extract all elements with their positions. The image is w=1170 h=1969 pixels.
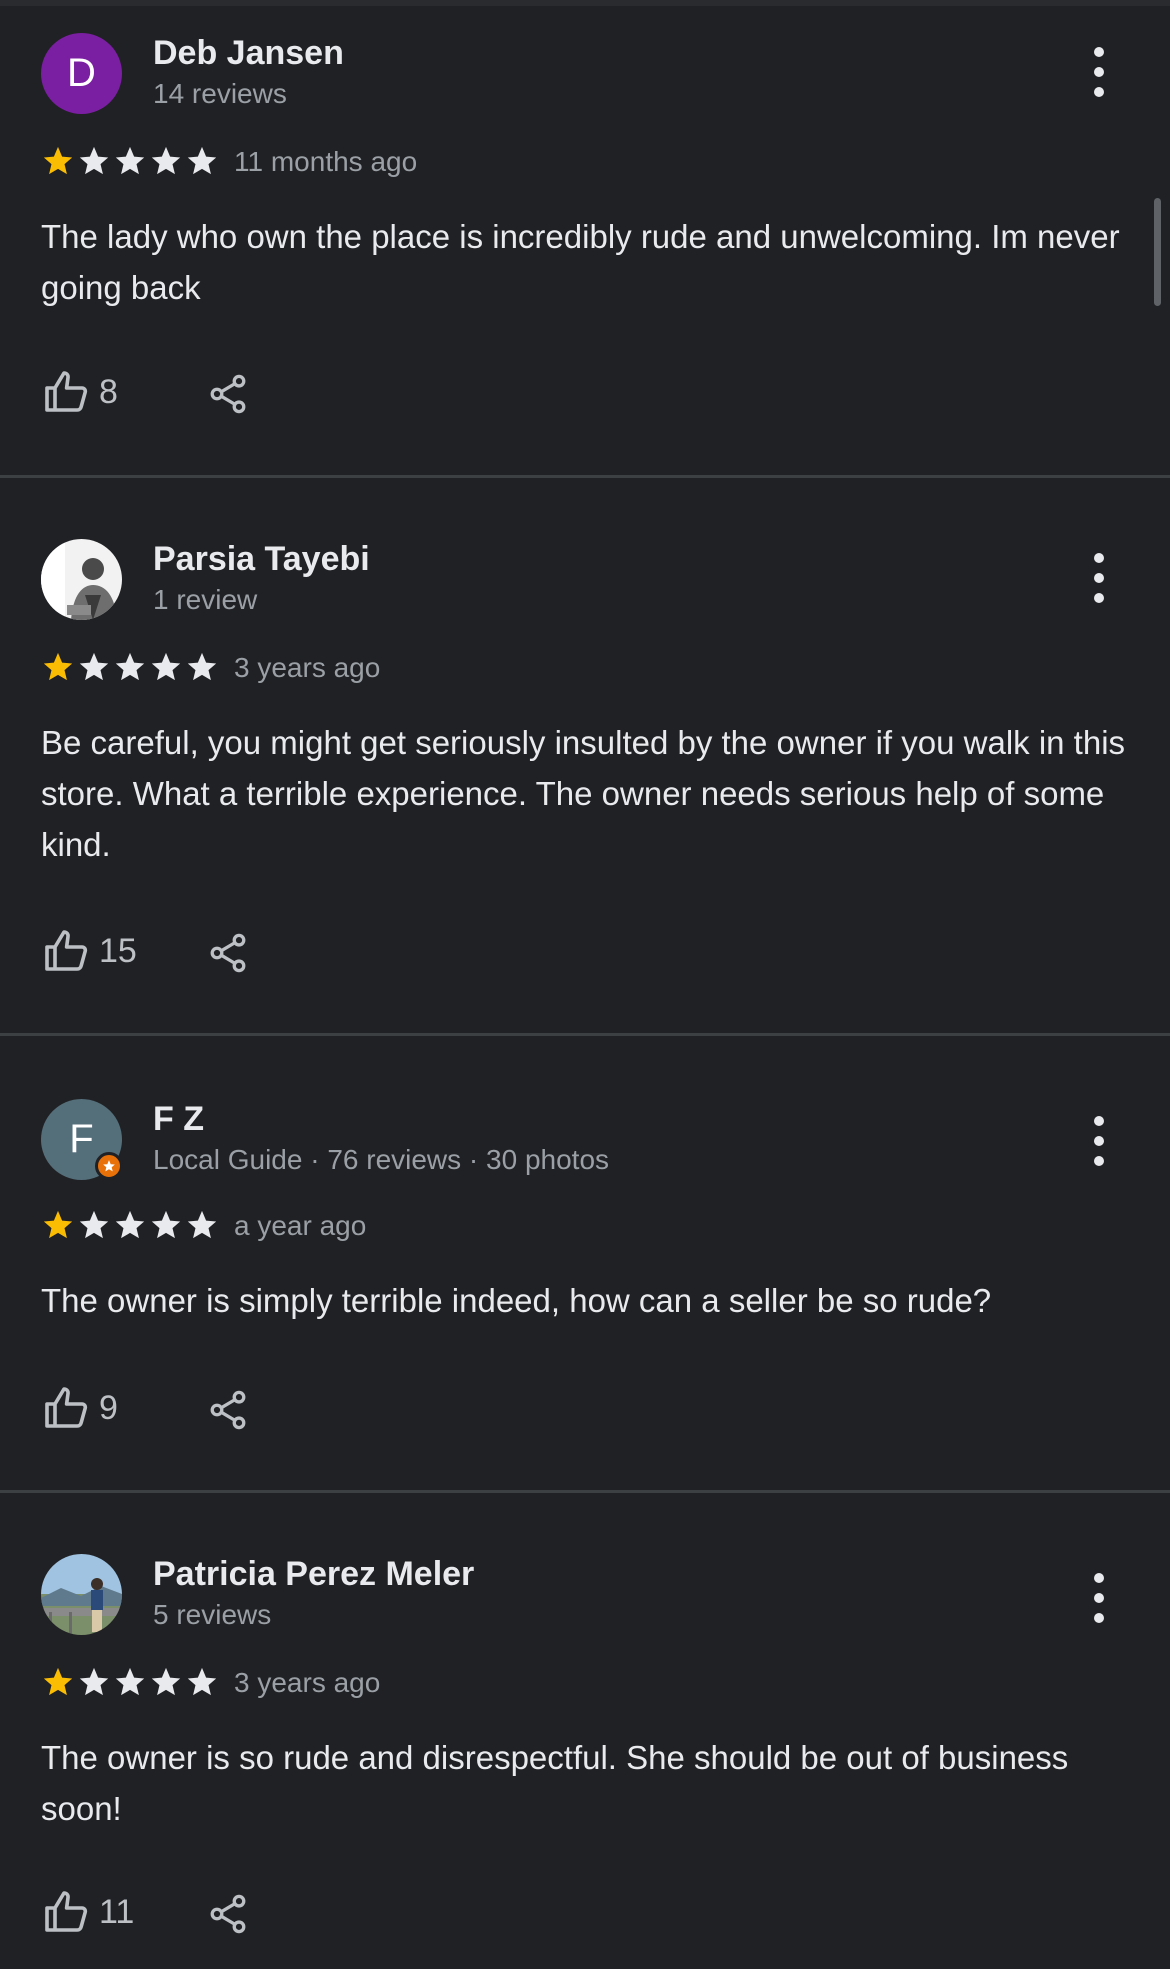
more-options-button[interactable] (1088, 1573, 1110, 1623)
more-options-button[interactable] (1088, 47, 1110, 97)
star-icon (187, 652, 217, 681)
star-icon (43, 1667, 73, 1696)
reviewer-name[interactable]: Patricia Perez Meler (153, 1555, 474, 1594)
more-vert-icon-dot (1094, 1136, 1104, 1146)
star-icon (79, 1667, 109, 1696)
like-count: 11 (99, 1892, 135, 1931)
review-text: The owner is simply terrible indeed, how… (41, 1282, 992, 1319)
reviewer-name[interactable]: F Z (153, 1100, 204, 1139)
more-options-button[interactable] (1088, 553, 1110, 603)
landscape-photo (41, 1554, 122, 1635)
review-age: 3 years ago (234, 1667, 381, 1698)
review-text: Be careful, you might get seriously insu… (41, 724, 1126, 863)
star-rating (41, 144, 219, 178)
star-icon (43, 146, 73, 175)
reviewer-meta: 1 review (153, 584, 258, 615)
more-vert-icon-dot (1094, 87, 1104, 97)
portrait-photo (41, 539, 122, 620)
reviewer-name[interactable]: Deb Jansen (153, 34, 344, 73)
star-icon (151, 146, 181, 175)
star-icon (151, 1667, 181, 1696)
more-options-button[interactable] (1088, 1116, 1110, 1166)
avatar[interactable] (41, 539, 122, 620)
like-count: 15 (99, 931, 137, 970)
star-icon (151, 652, 181, 681)
more-vert-icon (1094, 1116, 1104, 1126)
like-button[interactable]: 15 (41, 927, 137, 975)
star-icon (79, 652, 109, 681)
avatar-letter: D (41, 33, 122, 114)
share-icon[interactable] (206, 372, 250, 416)
avatar[interactable]: F (41, 1099, 123, 1180)
like-count: 8 (99, 372, 118, 411)
local-guide-badge-icon (95, 1152, 123, 1180)
like-count: 9 (99, 1388, 118, 1427)
more-vert-icon-dot (1094, 593, 1104, 603)
thumbs-up-icon (45, 371, 88, 412)
star-icon (115, 1210, 145, 1239)
like-button[interactable]: 8 (41, 368, 118, 416)
star-icon (115, 652, 145, 681)
star-icon (79, 146, 109, 175)
avatar[interactable]: D (41, 33, 122, 114)
thumbs-up-icon (45, 1891, 88, 1932)
star-icon (79, 1210, 109, 1239)
review-card: F F Z Local Guide · 76 reviews · 30 phot… (0, 1036, 1170, 1491)
review-text: The owner is so rude and disrespectful. … (41, 1739, 1069, 1827)
share-icon[interactable] (206, 1388, 250, 1432)
star-icon (151, 1210, 181, 1239)
star-rating (41, 1208, 219, 1242)
more-vert-icon (1094, 553, 1104, 563)
more-vert-icon (1094, 1573, 1104, 1583)
reviewer-name[interactable]: Parsia Tayebi (153, 540, 370, 579)
review-age: a year ago (234, 1210, 367, 1241)
star-rating (41, 1665, 219, 1699)
review-age: 11 months ago (234, 146, 418, 177)
share-icon[interactable] (206, 931, 250, 975)
review-age: 3 years ago (234, 652, 381, 683)
review-card: Patricia Perez Meler 5 reviews 3 years a… (0, 1493, 1170, 1969)
star-icon (187, 1210, 217, 1239)
star-icon (43, 1210, 73, 1239)
reviewer-meta: Local Guide · 76 reviews · 30 photos (153, 1144, 610, 1175)
like-button[interactable]: 11 (41, 1888, 134, 1936)
more-vert-icon-dot (1094, 573, 1104, 583)
reviewer-meta: 14 reviews (153, 78, 287, 109)
reviewer-meta: 5 reviews (153, 1599, 272, 1630)
avatar[interactable] (41, 1554, 122, 1635)
more-vert-icon-dot (1094, 67, 1104, 77)
more-vert-icon (1094, 47, 1104, 57)
review-card: Parsia Tayebi 1 review 3 years ago Be ca… (0, 478, 1170, 1035)
review-card: D Deb Jansen 14 reviews 11 months ago Th… (0, 0, 1170, 476)
star-icon (43, 652, 73, 681)
thumbs-up-icon (45, 930, 88, 971)
star-rating (41, 650, 219, 684)
star-icon (187, 146, 217, 175)
share-icon[interactable] (206, 1892, 250, 1936)
like-button[interactable]: 9 (41, 1384, 118, 1432)
star-icon (187, 1667, 217, 1696)
thumbs-up-icon (45, 1387, 88, 1428)
more-vert-icon-dot (1094, 1593, 1104, 1603)
star-icon (115, 146, 145, 175)
more-vert-icon-dot (1094, 1613, 1104, 1623)
star-icon (115, 1667, 145, 1696)
more-vert-icon-dot (1094, 1156, 1104, 1166)
review-text: The lady who own the place is incredibly… (41, 218, 1120, 306)
